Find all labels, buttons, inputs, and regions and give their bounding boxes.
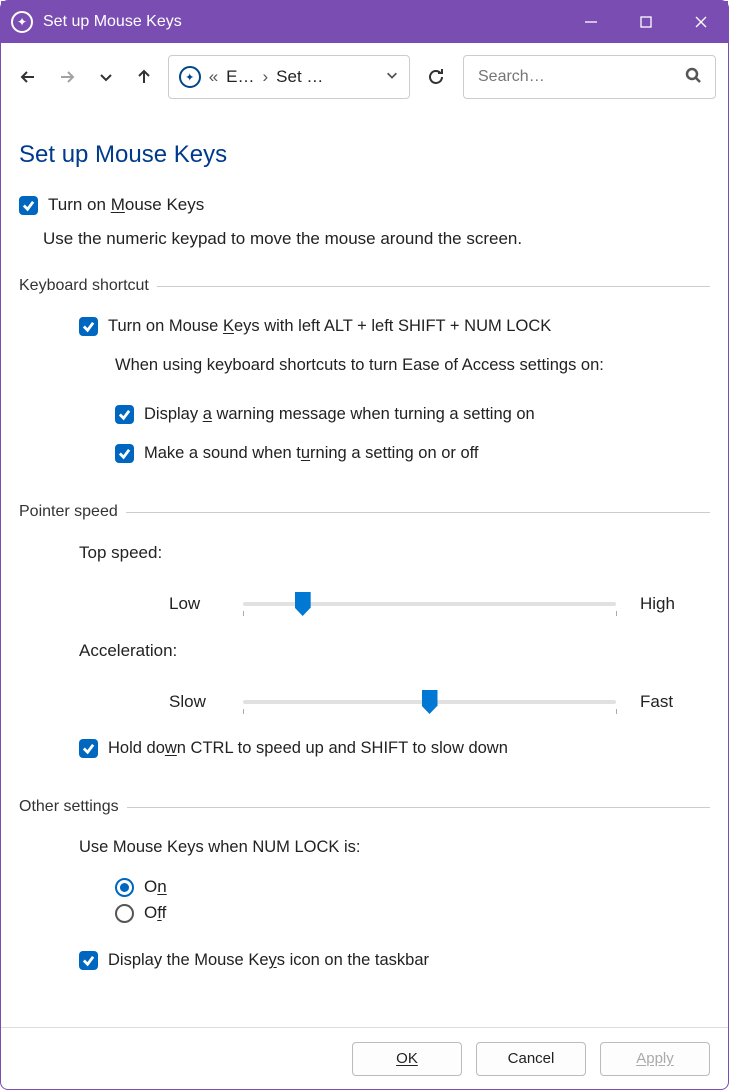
apply-button[interactable]: Apply: [600, 1042, 710, 1076]
breadcrumb-part2[interactable]: Set …: [276, 67, 323, 87]
top-speed-block: Top speed: Low High: [19, 543, 710, 617]
radio-icon: [115, 878, 134, 897]
acceleration-min-label: Slow: [169, 692, 219, 712]
hold-ctrl-checkbox[interactable]: Hold down CTRL to speed up and SHIFT to …: [19, 739, 710, 758]
recent-dropdown[interactable]: [90, 59, 121, 95]
top-speed-thumb[interactable]: [295, 592, 311, 616]
navbar: ✦ « E… › Set …: [1, 43, 728, 111]
top-speed-label: Top speed:: [79, 543, 710, 563]
maximize-button[interactable]: [618, 1, 673, 43]
checkbox-icon: [79, 317, 98, 336]
app-icon: ✦: [11, 11, 33, 33]
refresh-button[interactable]: [418, 55, 455, 99]
cancel-button[interactable]: Cancel: [476, 1042, 586, 1076]
search-icon[interactable]: [685, 67, 701, 88]
forward-button[interactable]: [52, 59, 83, 95]
other-settings-group: Other settings: [19, 798, 710, 816]
numlock-off-radio[interactable]: Off: [19, 903, 710, 923]
description-text: Use the numeric keypad to move the mouse…: [19, 229, 710, 249]
keyboard-shortcut-group: Keyboard shortcut: [19, 277, 710, 295]
taskbar-icon-checkbox[interactable]: Display the Mouse Keys icon on the taskb…: [19, 951, 710, 970]
titlebar: ✦ Set up Mouse Keys: [1, 1, 728, 43]
checkbox-icon: [79, 951, 98, 970]
minimize-button[interactable]: [563, 1, 618, 43]
top-speed-max-label: High: [640, 594, 690, 614]
page-title: Set up Mouse Keys: [19, 141, 710, 169]
breadcrumb[interactable]: ✦ « E… › Set …: [168, 55, 410, 99]
up-button[interactable]: [129, 59, 160, 95]
turn-on-mouse-keys-checkbox[interactable]: Turn on Mouse Keys: [19, 195, 710, 215]
checkbox-icon: [115, 405, 134, 424]
checkbox-icon: [79, 739, 98, 758]
window-title: Set up Mouse Keys: [43, 13, 182, 31]
pointer-speed-group: Pointer speed: [19, 503, 710, 521]
search-box[interactable]: [463, 55, 716, 99]
close-button[interactable]: [673, 1, 728, 43]
breadcrumb-dropdown[interactable]: [385, 67, 399, 87]
checkbox-icon: [115, 444, 134, 463]
numlock-on-radio[interactable]: On: [19, 877, 710, 897]
shortcut-intro-text: When using keyboard shortcuts to turn Ea…: [19, 356, 710, 375]
radio-icon: [115, 904, 134, 923]
breadcrumb-ellipsis: «: [209, 67, 218, 87]
acceleration-max-label: Fast: [640, 692, 690, 712]
content-area: Set up Mouse Keys Turn on Mouse Keys Use…: [1, 111, 728, 1027]
control-panel-icon: ✦: [179, 66, 201, 88]
acceleration-label: Acceleration:: [79, 641, 710, 661]
make-sound-checkbox[interactable]: Make a sound when turning a setting on o…: [19, 444, 710, 463]
breadcrumb-part1[interactable]: E…: [226, 67, 254, 87]
acceleration-slider[interactable]: [243, 689, 616, 715]
acceleration-thumb[interactable]: [422, 690, 438, 714]
ok-button[interactable]: OK: [352, 1042, 462, 1076]
back-button[interactable]: [13, 59, 44, 95]
checkbox-icon: [19, 196, 38, 215]
top-speed-min-label: Low: [169, 594, 219, 614]
acceleration-block: Acceleration: Slow Fast: [19, 641, 710, 715]
numlock-label: Use Mouse Keys when NUM LOCK is:: [19, 838, 710, 857]
breadcrumb-sep: ›: [263, 67, 269, 87]
enable-shortcut-checkbox[interactable]: Turn on Mouse Keys with left ALT + left …: [19, 317, 710, 336]
top-speed-slider[interactable]: [243, 591, 616, 617]
search-input[interactable]: [478, 68, 685, 86]
warning-message-checkbox[interactable]: Display a warning message when turning a…: [19, 405, 710, 424]
footer: OK Cancel Apply: [1, 1027, 728, 1089]
